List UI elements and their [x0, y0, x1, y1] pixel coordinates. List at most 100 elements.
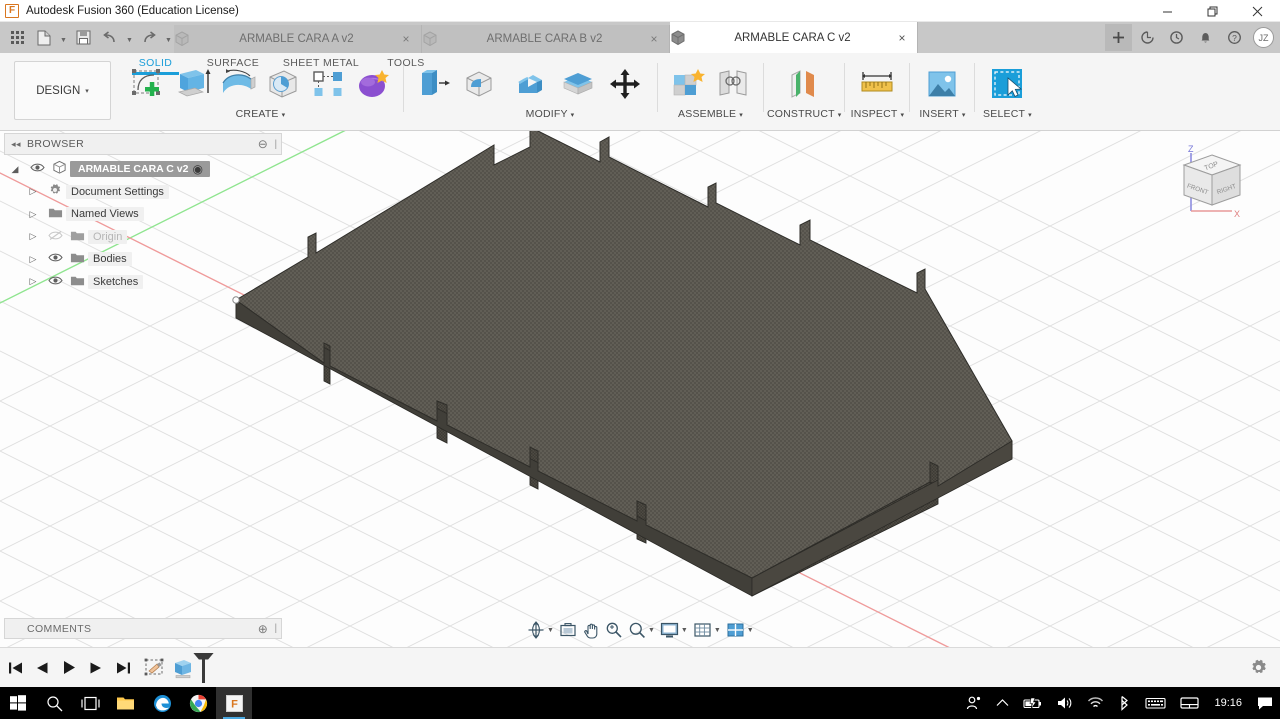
- tree-item-named-views[interactable]: ▷ Named Views: [4, 203, 282, 226]
- panel-label[interactable]: INSPECT ▾: [848, 108, 906, 120]
- panel-label[interactable]: ASSEMBLE ▾: [661, 108, 760, 120]
- expand-arrow-icon[interactable]: ▷: [22, 209, 44, 220]
- expand-arrow-icon[interactable]: ▷: [22, 231, 44, 242]
- panel-label[interactable]: CONSTRUCT ▾: [767, 108, 841, 120]
- expand-arrow-icon[interactable]: ▷: [22, 276, 44, 287]
- new-component-icon[interactable]: [667, 63, 709, 105]
- zoom-window-icon[interactable]: ▼: [626, 618, 657, 642]
- shell-icon[interactable]: [512, 63, 554, 105]
- help-icon[interactable]: ?: [1221, 24, 1248, 51]
- play-icon[interactable]: [60, 657, 78, 679]
- new-document-caret-icon[interactable]: ▼: [58, 25, 69, 51]
- panel-label[interactable]: SELECT ▾: [978, 108, 1036, 120]
- close-icon[interactable]: ×: [893, 31, 911, 45]
- timeline-settings-gear-icon[interactable]: [1246, 656, 1270, 680]
- offset-plane-icon[interactable]: [781, 63, 827, 105]
- joint-icon[interactable]: [712, 63, 754, 105]
- avatar[interactable]: JZ: [1253, 27, 1274, 48]
- measure-icon[interactable]: [854, 63, 900, 105]
- orbit-icon[interactable]: ▼: [525, 618, 556, 642]
- tree-item-document-settings[interactable]: ▷ Document Settings: [4, 181, 282, 204]
- press-pull-icon[interactable]: [413, 63, 455, 105]
- tree-item-bodies[interactable]: ▷ Bodies: [4, 248, 282, 271]
- expand-arrow-icon[interactable]: ▷: [22, 254, 44, 265]
- sketch-feature-icon[interactable]: [142, 655, 168, 681]
- add-comment-icon[interactable]: ⊕: [255, 622, 271, 636]
- grid-snaps-icon[interactable]: ▼: [691, 618, 723, 642]
- close-icon[interactable]: ×: [397, 32, 415, 46]
- add-tab-button[interactable]: [1105, 24, 1132, 51]
- extrude-icon[interactable]: [172, 63, 214, 105]
- taskbar-clock[interactable]: 19:16: [1206, 697, 1250, 709]
- maximize-button[interactable]: [1190, 0, 1235, 22]
- chevron-down-icon[interactable]: ▼: [648, 627, 655, 634]
- zoom-icon[interactable]: [603, 618, 625, 642]
- visibility-eye-icon[interactable]: [26, 162, 48, 176]
- document-tab-a[interactable]: ARMABLE CARA A v2 ×: [174, 25, 422, 53]
- search-icon[interactable]: [36, 687, 72, 719]
- show-data-panel-icon[interactable]: [4, 25, 30, 51]
- expand-arrow-icon[interactable]: ◢: [4, 164, 26, 175]
- fusion360-icon[interactable]: F: [216, 687, 252, 719]
- chevron-down-icon[interactable]: ▼: [547, 627, 554, 634]
- browser-resize-grip[interactable]: |: [271, 139, 281, 150]
- new-document-icon[interactable]: [31, 25, 57, 51]
- chevron-down-icon[interactable]: ▼: [747, 627, 754, 634]
- save-icon[interactable]: [70, 25, 96, 51]
- chevron-down-icon[interactable]: ▼: [714, 627, 721, 634]
- minimize-button[interactable]: [1145, 0, 1190, 22]
- close-button[interactable]: [1235, 0, 1280, 22]
- undo-icon[interactable]: [97, 25, 123, 51]
- collapse-browser-icon[interactable]: ◂◂: [5, 139, 27, 150]
- bluetooth-icon[interactable]: [1111, 687, 1138, 719]
- recent-icon[interactable]: [1163, 24, 1190, 51]
- bell-icon[interactable]: [1192, 24, 1219, 51]
- go-to-beginning-icon[interactable]: [6, 657, 24, 679]
- insert-image-icon[interactable]: [919, 63, 965, 105]
- revolve-icon[interactable]: [262, 63, 304, 105]
- touchpad-icon[interactable]: [1173, 687, 1206, 719]
- move-copy-icon[interactable]: [602, 63, 648, 105]
- windows-start-icon[interactable]: [0, 687, 36, 719]
- browser-options-icon[interactable]: ⊖: [255, 137, 271, 151]
- fillet-icon[interactable]: [458, 63, 500, 105]
- job-status-icon[interactable]: [1134, 24, 1161, 51]
- step-forward-icon[interactable]: [87, 657, 105, 679]
- expand-arrow-icon[interactable]: ▷: [22, 186, 44, 197]
- tree-item-origin[interactable]: ▷ Origin: [4, 226, 282, 249]
- wifi-icon[interactable]: [1080, 687, 1111, 719]
- loft-icon[interactable]: [217, 63, 259, 105]
- step-back-icon[interactable]: [33, 657, 51, 679]
- panel-label[interactable]: MODIFY ▾: [446, 108, 654, 120]
- document-tab-b[interactable]: ARMABLE CARA B v2 ×: [422, 25, 670, 53]
- visibility-eye-off-icon[interactable]: [44, 230, 66, 244]
- panel-label[interactable]: CREATE ▾: [121, 108, 400, 120]
- close-icon[interactable]: ×: [645, 32, 663, 46]
- visibility-eye-icon[interactable]: [44, 275, 66, 289]
- extrude-feature-icon[interactable]: [170, 655, 196, 681]
- workspace-switcher[interactable]: DESIGN ▾: [14, 61, 111, 120]
- pan-icon[interactable]: [580, 618, 602, 642]
- redo-icon[interactable]: [136, 25, 162, 51]
- action-center-icon[interactable]: [1250, 687, 1280, 719]
- tree-item-sketches[interactable]: ▷ Sketches: [4, 271, 282, 294]
- keyboard-icon[interactable]: [1138, 687, 1173, 719]
- look-at-icon[interactable]: [557, 618, 579, 642]
- show-hidden-icons-icon[interactable]: [989, 687, 1016, 719]
- viewports-icon[interactable]: ▼: [724, 618, 756, 642]
- people-icon[interactable]: [959, 687, 989, 719]
- chrome-icon[interactable]: [180, 687, 216, 719]
- view-cube[interactable]: Z X TOP FRONT RIGHT: [1164, 139, 1260, 229]
- select-window-icon[interactable]: [984, 63, 1030, 105]
- tree-item-root[interactable]: ◢ ARMABLE CARA C v2 ◉: [4, 158, 282, 181]
- panel-label[interactable]: INSERT ▾: [913, 108, 971, 120]
- chevron-down-icon[interactable]: ▼: [681, 627, 688, 634]
- sketch-create-icon[interactable]: [127, 63, 169, 105]
- go-to-end-icon[interactable]: [114, 657, 132, 679]
- comments-resize-grip[interactable]: |: [271, 623, 281, 634]
- edge-icon[interactable]: [144, 687, 180, 719]
- document-tab-c[interactable]: ARMABLE CARA C v2 ×: [670, 22, 918, 53]
- file-explorer-icon[interactable]: [108, 687, 144, 719]
- timeline-marker[interactable]: [202, 652, 205, 683]
- volume-icon[interactable]: [1049, 687, 1080, 719]
